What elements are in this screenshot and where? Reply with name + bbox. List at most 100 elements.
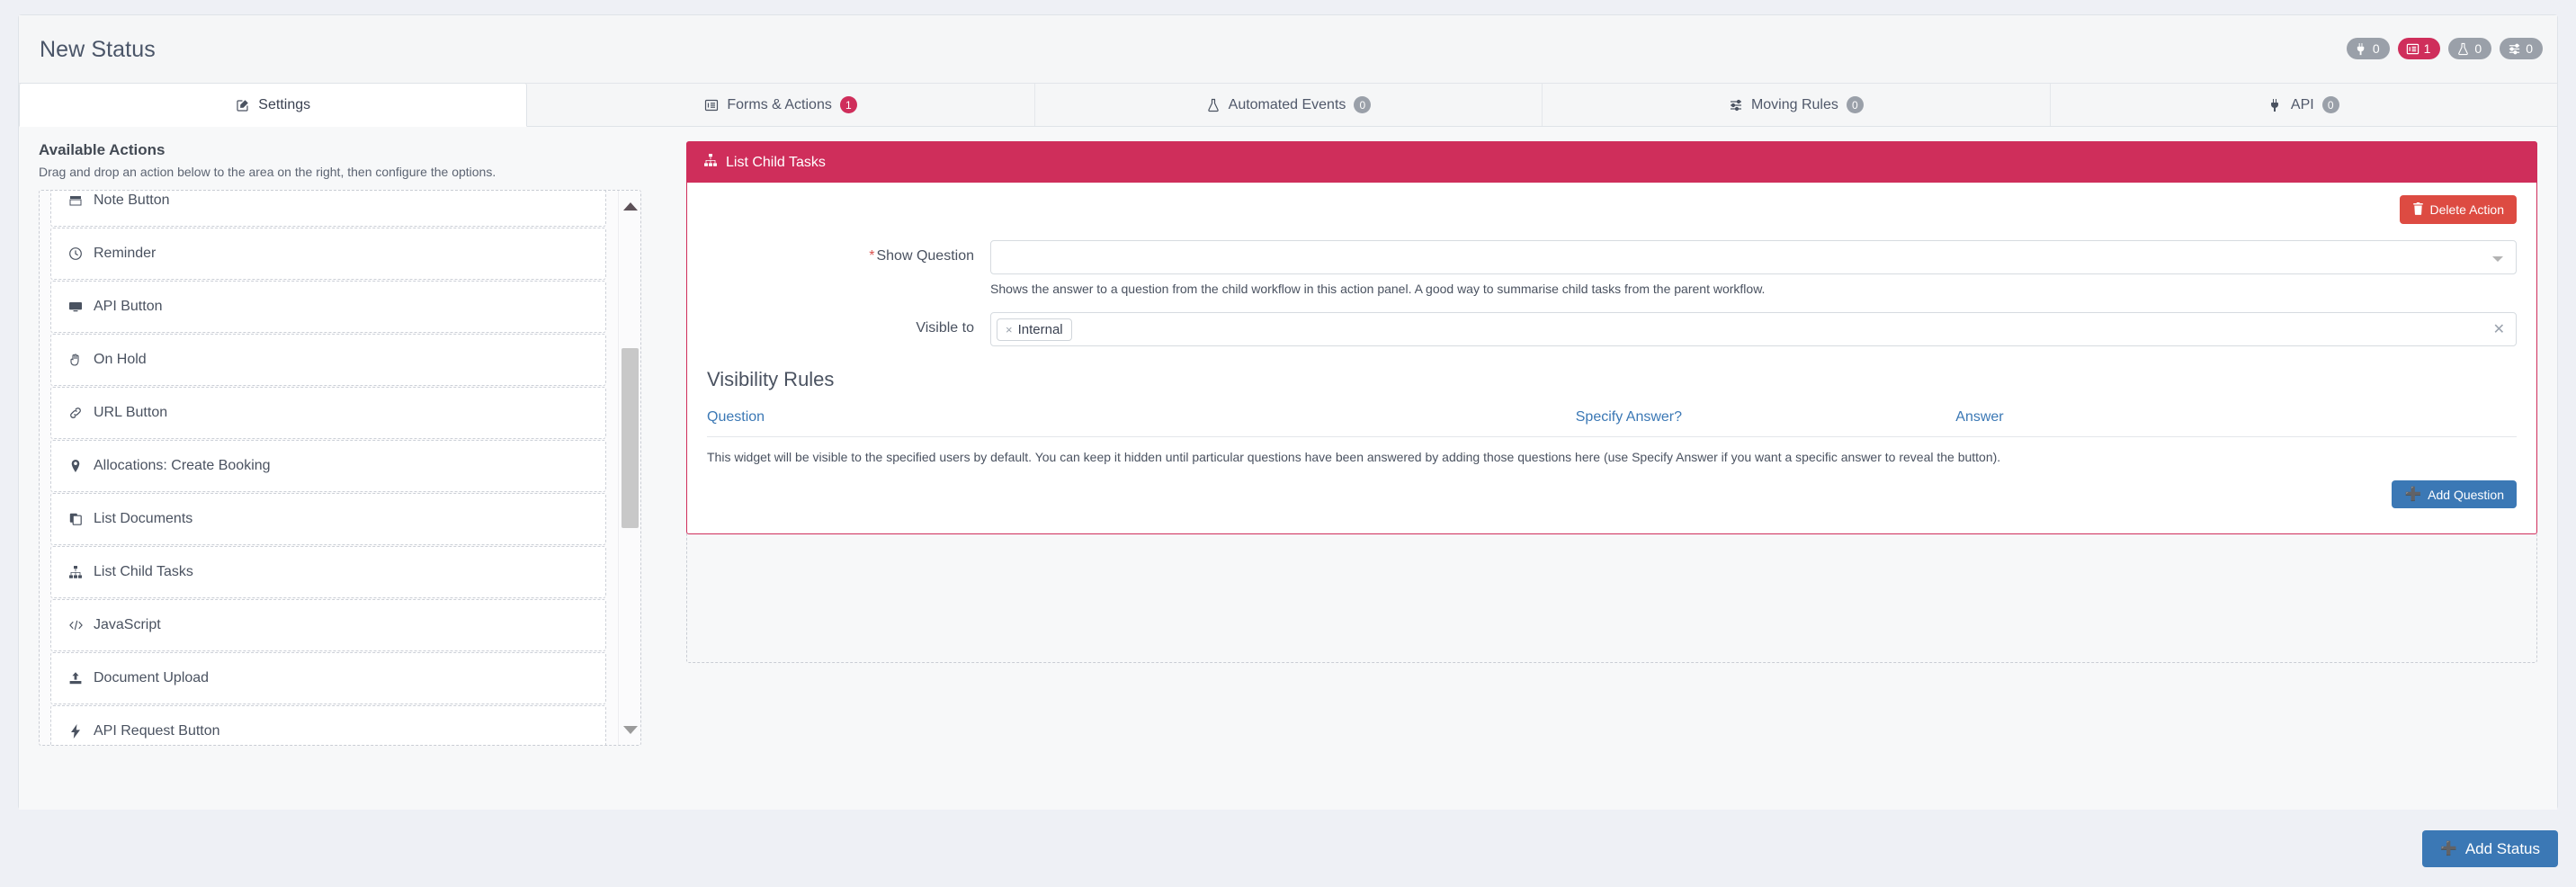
action-card-body: Delete Action * Show Question Shows the … [687, 183, 2536, 533]
scroll-down-button[interactable] [619, 720, 640, 739]
required-marker: * [869, 248, 875, 264]
forms-icon [2406, 42, 2419, 56]
clock-icon [67, 246, 84, 261]
chevron-down-icon [2492, 256, 2503, 262]
column-header-question[interactable]: Question [707, 404, 1576, 437]
sliders-icon [1729, 98, 1743, 112]
add-question-button[interactable]: ➕ Add Question [2392, 480, 2517, 508]
upload-icon [67, 671, 84, 685]
action-item-label: API Request Button [94, 723, 220, 739]
action-card-list-child-tasks: List Child Tasks Delete Action * Show Qu… [686, 141, 2537, 534]
available-actions-scrollbar[interactable] [618, 191, 640, 745]
action-item-list-documents[interactable]: List Documents [50, 493, 606, 545]
header-badge-flask[interactable]: 0 [2448, 38, 2492, 59]
trash-icon [2412, 202, 2424, 217]
header-badge-sliders-count: 0 [2526, 41, 2533, 56]
show-question-control: Shows the answer to a question from the … [990, 240, 2517, 296]
column-header-answer[interactable]: Answer [1955, 404, 2517, 437]
action-item-label: On Hold [94, 352, 147, 367]
header-badge-flask-count: 0 [2474, 41, 2482, 56]
tab-settings[interactable]: Settings [19, 83, 528, 127]
visibility-rules-note: This widget will be visible to the speci… [707, 450, 2001, 464]
tab-moving-rules[interactable]: Moving Rules 0 [1543, 84, 2051, 126]
delete-action-button[interactable]: Delete Action [2399, 195, 2517, 224]
sliders-icon [2508, 42, 2521, 56]
show-question-label: * Show Question [707, 240, 990, 264]
header-badge-strip: 0 1 0 0 [2346, 38, 2543, 59]
delete-action-label: Delete Action [2429, 202, 2505, 217]
plug-icon [2355, 42, 2368, 56]
available-actions-subtitle: Drag and drop an action below to the are… [39, 165, 496, 179]
tab-api-label: API [2290, 96, 2314, 112]
tab-forms-and-actions[interactable]: Forms & Actions 1 [527, 84, 1035, 126]
tab-forms-and-actions-count: 1 [839, 96, 857, 113]
action-item-on-hold[interactable]: On Hold [50, 334, 606, 386]
delete-action-row: Delete Action [707, 195, 2517, 224]
action-dropzone[interactable]: List Child Tasks Delete Action * Show Qu… [686, 141, 2537, 663]
page-footer: ➕ Add Status [18, 824, 2558, 873]
tab-settings-label: Settings [258, 96, 311, 112]
page-title: New Status [40, 37, 156, 62]
scrollbar-thumb[interactable] [622, 348, 639, 528]
visible-to-row: Visible to × Internal ✕ [707, 312, 2517, 346]
visible-to-control: × Internal ✕ [990, 312, 2517, 346]
plus-icon: ➕ [2404, 487, 2422, 502]
add-status-label: Add Status [2464, 839, 2540, 857]
tab-bar: Settings Forms & Actions 1 Automated Eve… [19, 83, 2557, 127]
header-badge-forms[interactable]: 1 [2397, 38, 2441, 59]
action-item-label: Document Upload [94, 670, 210, 685]
link-icon [67, 406, 84, 420]
add-status-button[interactable]: ➕ Add Status [2422, 829, 2558, 867]
action-item-document-upload[interactable]: Document Upload [50, 652, 606, 704]
sitemap-icon [67, 565, 84, 579]
visibility-rules-header-row: Question Specify Answer? Answer [707, 404, 2517, 437]
page-body: Available Actions Drag and drop an actio… [19, 127, 2557, 810]
available-actions-scroll-content: Note Button Reminder API Button On Hold … [40, 191, 617, 745]
add-question-label: Add Question [2428, 487, 2504, 502]
header-badge-plug[interactable]: 0 [2346, 38, 2390, 59]
show-question-help: Shows the answer to a question from the … [990, 282, 1766, 296]
tab-automated-events-label: Automated Events [1228, 96, 1346, 112]
tab-moving-rules-count: 0 [1846, 96, 1864, 113]
action-item-javascript[interactable]: JavaScript [50, 599, 606, 651]
show-question-select[interactable] [990, 240, 2517, 274]
action-item-url-button[interactable]: URL Button [50, 387, 606, 439]
header-badge-sliders[interactable]: 0 [2500, 38, 2543, 59]
tab-forms-and-actions-label: Forms & Actions [727, 96, 832, 112]
chevron-up-icon [622, 202, 638, 211]
action-item-label: Allocations: Create Booking [94, 458, 271, 473]
action-item-allocations-create-booking[interactable]: Allocations: Create Booking [50, 440, 606, 492]
chevron-down-icon [622, 725, 638, 734]
tab-automated-events[interactable]: Automated Events 0 [1035, 84, 1543, 126]
action-card-header: List Child Tasks [687, 142, 2536, 183]
action-item-reminder[interactable]: Reminder [50, 228, 606, 280]
note-icon [67, 193, 84, 208]
visible-to-token-internal[interactable]: × Internal [997, 318, 1072, 341]
clear-selection-icon[interactable]: ✕ [2493, 321, 2505, 339]
page-header: New Status 0 1 0 0 [19, 15, 2557, 84]
available-actions-panel: Available Actions Drag and drop an actio… [19, 127, 681, 810]
configured-actions-panel: List Child Tasks Delete Action * Show Qu… [681, 127, 2557, 810]
visibility-rules-table: Question Specify Answer? Answer [707, 404, 2517, 437]
action-item-note-button[interactable]: Note Button [50, 191, 606, 227]
scroll-up-button[interactable] [619, 196, 640, 216]
show-question-row: * Show Question Shows the answer to a que… [707, 240, 2517, 296]
forms-icon [704, 98, 719, 112]
action-item-label: List Child Tasks [94, 564, 193, 579]
action-item-api-request-button[interactable]: API Request Button [50, 705, 606, 745]
column-header-specify-answer[interactable]: Specify Answer? [1575, 404, 1956, 437]
action-item-label: URL Button [94, 405, 168, 420]
action-item-api-button[interactable]: API Button [50, 281, 606, 333]
remove-token-icon[interactable]: × [1006, 323, 1013, 336]
available-actions-title: Available Actions [39, 141, 165, 158]
page-card: New Status 0 1 0 0 Settings Forms & Acti… [18, 14, 2558, 810]
visible-to-select[interactable]: × Internal ✕ [990, 312, 2517, 346]
action-item-label: List Documents [94, 511, 193, 526]
flask-icon [1206, 98, 1221, 112]
map-pin-icon [67, 459, 84, 473]
action-item-list-child-tasks[interactable]: List Child Tasks [50, 546, 606, 598]
action-card-title: List Child Tasks [726, 154, 826, 170]
plug-icon [2268, 98, 2283, 112]
tab-api[interactable]: API 0 [2051, 84, 2557, 126]
action-item-label: Note Button [94, 193, 170, 208]
